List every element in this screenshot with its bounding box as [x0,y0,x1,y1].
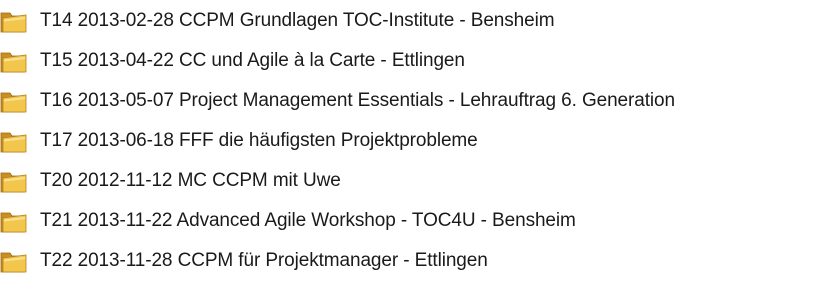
folder-name: T22 2013-11-28 CCPM für Projektmanager -… [40,250,488,271]
folder-name: T21 2013-11-22 Advanced Agile Workshop -… [40,210,576,231]
folder-icon [0,170,28,194]
folder-icon [0,210,28,234]
folder-icon [0,250,28,274]
folder-icon [0,90,28,114]
folder-name: T17 2013-06-18 FFF die häufigsten Projek… [40,130,478,151]
folder-item-t16[interactable]: T16 2013-05-07 Project Management Essent… [0,84,832,118]
folder-item-t21[interactable]: T21 2013-11-22 Advanced Agile Workshop -… [0,204,832,238]
folder-name: T20 2012-11-12 MC CCPM mit Uwe [40,170,341,191]
folder-item-t17[interactable]: T17 2013-06-18 FFF die häufigsten Projek… [0,124,832,158]
folder-name: T15 2013-04-22 CC und Agile à la Carte -… [40,50,465,71]
folder-item-t15[interactable]: T15 2013-04-22 CC und Agile à la Carte -… [0,44,832,78]
folder-icon [0,50,28,74]
folder-icon [0,130,28,154]
folder-name: T14 2013-02-28 CCPM Grundlagen TOC-Insti… [40,10,555,31]
folder-name: T16 2013-05-07 Project Management Essent… [40,90,675,111]
folder-item-t20[interactable]: T20 2012-11-12 MC CCPM mit Uwe [0,164,832,198]
folder-list: T14 2013-02-28 CCPM Grundlagen TOC-Insti… [0,0,832,290]
folder-icon [0,10,28,34]
folder-item-t22[interactable]: T22 2013-11-28 CCPM für Projektmanager -… [0,244,832,278]
folder-item-t14[interactable]: T14 2013-02-28 CCPM Grundlagen TOC-Insti… [0,4,832,38]
